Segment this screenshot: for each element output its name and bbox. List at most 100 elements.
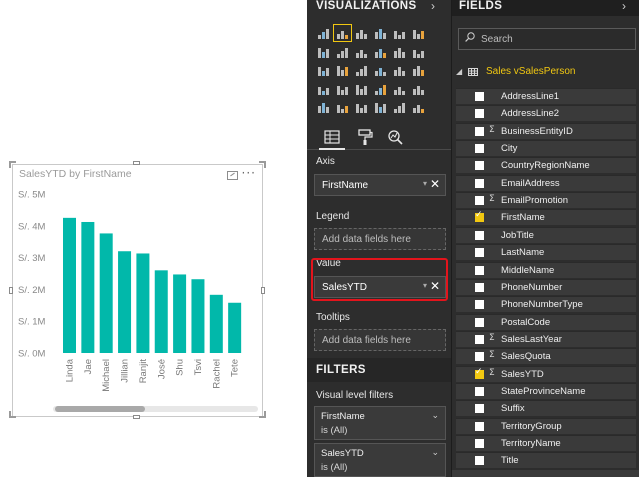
field-row-countryregionname[interactable]: CountryRegionName bbox=[456, 157, 636, 174]
field-checkbox[interactable] bbox=[475, 456, 484, 466]
resize-corner-bl[interactable] bbox=[9, 411, 16, 418]
gauge-visual-icon[interactable] bbox=[355, 83, 368, 95]
line-clustered-visual-icon[interactable] bbox=[393, 46, 406, 58]
field-row-city[interactable]: City bbox=[456, 140, 636, 157]
filter-card-firstname[interactable]: FirstName is (All) ⌄ bbox=[314, 406, 446, 440]
100-column-visual-icon[interactable] bbox=[412, 27, 425, 39]
field-row-middlename[interactable]: MiddleName bbox=[456, 261, 636, 278]
field-row-postalcode[interactable]: PostalCode bbox=[456, 313, 636, 330]
donut-visual-icon[interactable] bbox=[374, 64, 387, 76]
field-checkbox[interactable] bbox=[475, 126, 484, 136]
stacked-area-visual-icon[interactable] bbox=[355, 46, 368, 58]
field-row-title[interactable]: Title bbox=[456, 452, 636, 469]
field-row-stateprovincename[interactable]: StateProvinceName bbox=[456, 382, 636, 399]
line-column-visual-icon[interactable] bbox=[374, 46, 387, 58]
clustered-column-visual-icon[interactable] bbox=[374, 27, 387, 39]
fields-search[interactable] bbox=[458, 28, 636, 50]
resize-corner-tl[interactable] bbox=[9, 161, 16, 168]
field-checkbox[interactable] bbox=[475, 334, 484, 344]
table-visual-icon[interactable] bbox=[336, 101, 349, 113]
stacked-column-visual-icon[interactable] bbox=[333, 24, 352, 42]
card-visual-icon[interactable] bbox=[393, 83, 406, 95]
field-row-saleslastyear[interactable]: Σ SalesLastYear bbox=[456, 330, 636, 347]
axis-well[interactable]: FirstName ▾ ✕ bbox=[314, 174, 446, 196]
field-checkbox[interactable] bbox=[475, 300, 484, 310]
resize-handle-top[interactable] bbox=[133, 161, 140, 165]
axis-dropdown-icon[interactable]: ▾ bbox=[423, 179, 427, 188]
pie-visual-icon[interactable] bbox=[355, 64, 368, 76]
field-row-phonenumbertype[interactable]: PhoneNumberType bbox=[456, 296, 636, 313]
field-row-addressline1[interactable]: AddressLine1 bbox=[456, 88, 636, 104]
field-row-businessentityid[interactable]: Σ BusinessEntityID bbox=[456, 122, 636, 139]
chart-scrollbar-thumb[interactable] bbox=[55, 406, 145, 412]
100-bar-visual-icon[interactable] bbox=[393, 27, 406, 39]
field-row-territoryname[interactable]: TerritoryName bbox=[456, 435, 636, 451]
field-row-lastname[interactable]: LastName bbox=[456, 244, 636, 261]
ribbon-visual-icon[interactable] bbox=[412, 46, 425, 58]
waterfall-visual-icon[interactable] bbox=[317, 64, 330, 76]
field-checkbox[interactable] bbox=[475, 210, 484, 223]
bar-michael[interactable] bbox=[99, 233, 113, 353]
field-checkbox[interactable] bbox=[475, 92, 484, 101]
field-checkbox[interactable] bbox=[475, 265, 484, 275]
bar-jae[interactable] bbox=[81, 221, 95, 353]
multirow-card-visual-icon[interactable] bbox=[374, 83, 387, 95]
field-checkbox[interactable] bbox=[475, 352, 484, 362]
field-row-emailaddress[interactable]: EmailAddress bbox=[456, 174, 636, 191]
format-paint-roller-icon[interactable] bbox=[357, 129, 373, 145]
bar-tete[interactable] bbox=[228, 302, 242, 353]
fields-tab-icon[interactable] bbox=[324, 129, 340, 145]
resize-handle-left[interactable] bbox=[9, 287, 13, 294]
field-row-jobtitle[interactable]: JobTitle bbox=[456, 226, 636, 243]
field-row-emailpromotion[interactable]: Σ EmailPromotion bbox=[456, 192, 636, 209]
bar-tsvi[interactable] bbox=[191, 279, 205, 353]
field-checkbox[interactable] bbox=[475, 386, 484, 396]
line-visual-icon[interactable] bbox=[317, 46, 330, 58]
resize-corner-br[interactable] bbox=[259, 411, 266, 418]
legend-well[interactable]: Add data fields here bbox=[314, 228, 446, 250]
slicer-visual-icon[interactable] bbox=[317, 101, 330, 113]
tooltips-well[interactable]: Add data fields here bbox=[314, 329, 446, 351]
field-checkbox[interactable] bbox=[475, 317, 484, 327]
field-checkbox[interactable] bbox=[475, 178, 484, 188]
treemap-visual-icon[interactable] bbox=[393, 64, 406, 76]
field-checkbox[interactable] bbox=[475, 196, 484, 206]
collapse-viz-icon[interactable]: › bbox=[431, 0, 435, 13]
field-checkbox[interactable] bbox=[475, 421, 484, 431]
r-visual-visual-icon[interactable] bbox=[374, 101, 387, 113]
field-row-salesytd[interactable]: Σ SalesYTD bbox=[456, 365, 636, 382]
bar-linda[interactable] bbox=[63, 217, 76, 353]
filter-expand-icon[interactable]: ⌄ bbox=[431, 410, 439, 421]
field-row-suffix[interactable]: Suffix bbox=[456, 400, 636, 417]
search-input[interactable] bbox=[481, 32, 621, 46]
collapse-fields-icon[interactable]: › bbox=[622, 0, 626, 13]
more-visual-icon[interactable] bbox=[412, 101, 425, 113]
field-checkbox[interactable] bbox=[475, 248, 484, 258]
filter-card-salesytd[interactable]: SalesYTD is (All) ⌄ bbox=[314, 443, 446, 477]
field-row-phonenumber[interactable]: PhoneNumber bbox=[456, 278, 636, 295]
resize-handle-right[interactable] bbox=[261, 287, 265, 294]
field-row-firstname[interactable]: FirstName bbox=[456, 209, 636, 226]
field-checkbox[interactable] bbox=[475, 282, 484, 292]
field-checkbox[interactable] bbox=[475, 109, 484, 119]
globe-visual-icon[interactable] bbox=[393, 101, 406, 113]
table-sales-vsalesperson[interactable]: ◢ Sales vSalesPerson bbox=[452, 64, 639, 80]
field-checkbox[interactable] bbox=[475, 230, 484, 240]
resize-handle-bottom[interactable] bbox=[133, 415, 140, 419]
kpi-visual-icon[interactable] bbox=[412, 83, 425, 95]
clustered-bar-visual-icon[interactable] bbox=[355, 27, 368, 39]
bar-ranjit[interactable] bbox=[136, 253, 150, 353]
field-checkbox[interactable] bbox=[475, 144, 484, 154]
map-visual-icon[interactable] bbox=[412, 64, 425, 76]
funnel-visual-icon[interactable] bbox=[336, 83, 349, 95]
bar-chart-visual[interactable]: SalesYTD by FirstName ··· S/. 0M S/. 1M S/… bbox=[12, 164, 263, 417]
axis-remove-icon[interactable]: ✕ bbox=[430, 177, 440, 191]
stacked-bar-visual-icon[interactable] bbox=[317, 27, 330, 39]
field-checkbox[interactable] bbox=[475, 404, 484, 414]
field-checkbox[interactable] bbox=[475, 439, 484, 448]
bar-shu[interactable] bbox=[173, 274, 187, 353]
field-row-addressline2[interactable]: AddressLine2 bbox=[456, 105, 636, 122]
collapse-table-icon[interactable]: ◢ bbox=[456, 67, 462, 76]
field-checkbox[interactable] bbox=[475, 161, 484, 171]
field-row-salesquota[interactable]: Σ SalesQuota bbox=[456, 348, 636, 365]
